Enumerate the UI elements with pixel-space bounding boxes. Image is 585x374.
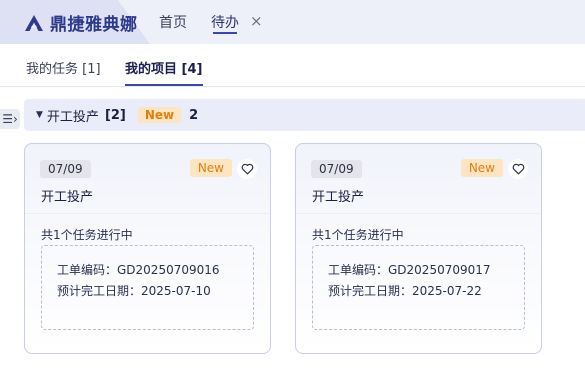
top-bar: 鼎捷雅典娜 首页 待办 ×: [0, 0, 585, 44]
heart-icon[interactable]: [508, 159, 528, 179]
group-new-count: 2: [189, 107, 199, 123]
card-date: 07/09: [311, 160, 362, 178]
project-card[interactable]: 07/09 New 开工投产 共1个任务进行中 工单编码：GD202507090…: [24, 143, 271, 354]
sub-tabs: 我的任务 [1] 我的项目 [4]: [0, 44, 585, 87]
close-icon[interactable]: ×: [250, 12, 263, 30]
nav-home[interactable]: 首页: [159, 12, 187, 32]
nav-todo-tab[interactable]: 待办: [211, 12, 239, 32]
brand-name: 鼎捷雅典娜: [50, 15, 138, 35]
tab-active-indicator: [125, 84, 203, 86]
card-detail-box[interactable]: 工单编码：GD20250709017 预计完工日期：2025-07-22: [312, 245, 525, 330]
card-detail-box[interactable]: 工单编码：GD20250709016 预计完工日期：2025-07-10: [41, 245, 254, 330]
new-badge: New: [460, 159, 503, 177]
brand-logo[interactable]: 鼎捷雅典娜: [24, 10, 138, 35]
card-divider: [296, 213, 541, 214]
athena-logo-icon: [25, 14, 43, 31]
heart-icon[interactable]: [237, 159, 257, 179]
card-date: 07/09: [40, 160, 91, 178]
new-badge: New: [189, 159, 232, 177]
order-number: 工单编码：GD20250709016: [57, 263, 220, 277]
tab-my-projects[interactable]: 我的项目 [4]: [125, 58, 202, 77]
sidebar-toggle-button[interactable]: ☰›: [0, 109, 20, 129]
card-summary: 共1个任务进行中: [41, 228, 133, 242]
due-date: 预计完工日期：2025-07-10: [57, 284, 211, 298]
card-divider: [25, 213, 270, 214]
group-header[interactable]: ▼ 开工投产 [2] New 2: [24, 99, 585, 131]
new-badge: New: [137, 107, 182, 123]
nav-active-indicator: [213, 32, 237, 34]
card-summary: 共1个任务进行中: [312, 228, 404, 242]
card-title: 开工投产: [41, 190, 94, 205]
tab-my-tasks[interactable]: 我的任务 [1]: [26, 58, 101, 77]
card-title: 开工投产: [312, 190, 365, 205]
caret-down-icon[interactable]: ▼: [36, 110, 43, 120]
group-title: 开工投产: [46, 109, 99, 125]
due-date: 预计完工日期：2025-07-22: [328, 284, 482, 298]
group-count: [2]: [104, 107, 126, 123]
project-card[interactable]: 07/09 New 开工投产 共1个任务进行中 工单编码：GD202507090…: [295, 143, 542, 354]
order-number: 工单编码：GD20250709017: [328, 263, 491, 277]
